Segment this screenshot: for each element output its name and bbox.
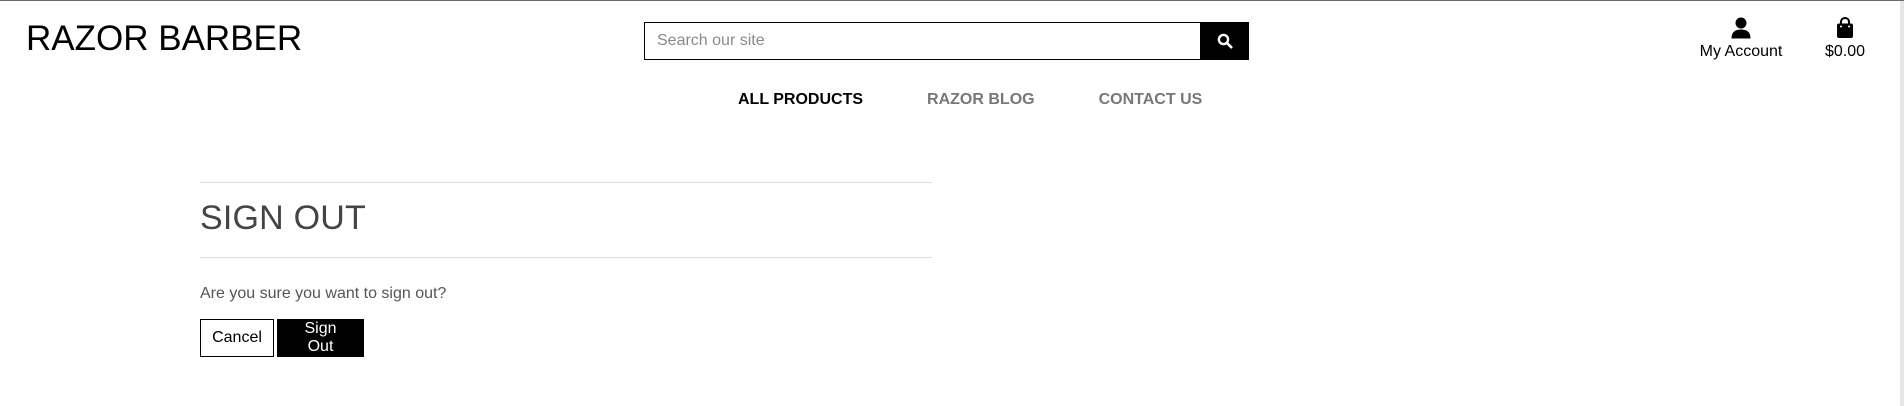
my-account-label: My Account bbox=[1699, 43, 1783, 60]
bag-total: $0.00 bbox=[1824, 43, 1866, 60]
nav-all-products[interactable]: ALL PRODUCTS bbox=[738, 91, 863, 109]
bottom-divider bbox=[200, 257, 932, 258]
shopping-bag-icon bbox=[1836, 17, 1854, 39]
nav-contact-us[interactable]: CONTACT US bbox=[1099, 91, 1203, 109]
page-title: SIGN OUT bbox=[200, 199, 366, 237]
cancel-button[interactable]: Cancel bbox=[200, 319, 274, 357]
signout-actions: Cancel Sign Out bbox=[200, 319, 932, 357]
search-input[interactable] bbox=[644, 22, 1200, 60]
my-account-link[interactable]: My Account bbox=[1690, 17, 1792, 61]
search-icon bbox=[1217, 33, 1233, 49]
brand-logo[interactable]: RAZOR BARBER bbox=[26, 19, 302, 59]
user-icon bbox=[1731, 17, 1751, 39]
nav-razor-blog[interactable]: RAZOR BLOG bbox=[927, 91, 1035, 109]
sign-out-button[interactable]: Sign Out bbox=[277, 319, 364, 357]
page: RAZOR BARBER My Account bbox=[0, 0, 1904, 406]
signout-panel: SIGN OUT Are you sure you want to sign o… bbox=[200, 182, 932, 357]
main-nav: ALL PRODUCTS RAZOR BLOG CONTACT US bbox=[738, 91, 1202, 109]
search-form bbox=[644, 22, 1249, 60]
scrollbar[interactable] bbox=[1900, 1, 1904, 406]
shopping-bag-link[interactable]: $0.00 bbox=[1815, 17, 1875, 61]
top-divider bbox=[200, 182, 932, 183]
signout-message: Are you sure you want to sign out? bbox=[200, 285, 447, 302]
search-button[interactable] bbox=[1200, 22, 1249, 60]
